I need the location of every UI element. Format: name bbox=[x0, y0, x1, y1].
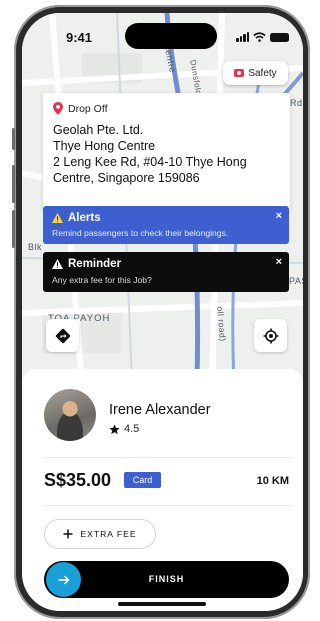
divider bbox=[44, 505, 292, 506]
dynamic-island bbox=[125, 23, 217, 49]
star-icon bbox=[109, 423, 120, 434]
alert-header: Alerts bbox=[52, 212, 101, 224]
home-indicator bbox=[118, 602, 206, 606]
warning-icon bbox=[52, 259, 63, 269]
avatar bbox=[44, 389, 96, 441]
wifi-icon bbox=[253, 32, 266, 42]
trip-sheet: Irene Alexander 4.5 S$35.00 Card 10 KM E… bbox=[22, 369, 303, 611]
reminder-title: Reminder bbox=[68, 258, 122, 270]
dropoff-header: Drop Off bbox=[53, 102, 108, 115]
dropoff-line: Centre, Singapore 159086 bbox=[53, 171, 200, 185]
dropoff-card: Drop Off Geolah Pte. Ltd. Thye Hong Cent… bbox=[43, 93, 290, 211]
safety-button[interactable]: Safety bbox=[223, 61, 288, 85]
payment-badge: Card bbox=[124, 472, 161, 488]
dropoff-title: Drop Off bbox=[68, 102, 108, 115]
rating: 4.5 bbox=[109, 423, 139, 435]
extra-fee-label: EXTRA FEE bbox=[80, 529, 137, 539]
location-pin-icon bbox=[53, 102, 63, 115]
divider bbox=[44, 457, 292, 458]
reminder-header: Reminder bbox=[52, 258, 121, 270]
navigate-button[interactable] bbox=[46, 319, 79, 352]
safety-label: Safety bbox=[248, 67, 277, 79]
plus-icon bbox=[63, 529, 73, 539]
reminder-text: Any extra fee for this Job? bbox=[52, 275, 152, 285]
alert-text: Remind passengers to check their belongi… bbox=[52, 228, 229, 238]
dropoff-address: Geolah Pte. Ltd. Thye Hong Centre 2 Leng… bbox=[53, 122, 283, 186]
fare-price: S$35.00 bbox=[44, 470, 112, 490]
arrow-right-icon bbox=[58, 574, 70, 585]
safety-icon bbox=[234, 69, 245, 77]
rating-value: 4.5 bbox=[124, 423, 140, 435]
alert-title: Alerts bbox=[68, 212, 101, 224]
alert-banner: Alerts Remind passengers to check their … bbox=[43, 206, 289, 244]
finish-slider[interactable]: FINISH bbox=[44, 561, 289, 598]
alert-close-button[interactable]: × bbox=[276, 210, 282, 222]
status-icons bbox=[236, 32, 289, 42]
navigation-icon bbox=[55, 328, 70, 343]
trip-distance: 10 KM bbox=[256, 475, 289, 487]
map-street-label: Blk bbox=[28, 242, 43, 252]
extra-fee-button[interactable]: EXTRA FEE bbox=[44, 519, 156, 549]
passenger-name: Irene Alexander bbox=[109, 402, 211, 418]
warning-icon bbox=[52, 213, 63, 223]
reminder-close-button[interactable]: × bbox=[276, 256, 282, 268]
map-street-label: Rd bbox=[290, 98, 303, 108]
map-street-label: PAS bbox=[289, 276, 303, 286]
dropoff-line: Geolah Pte. Ltd. bbox=[53, 123, 144, 137]
status-time: 9:41 bbox=[66, 30, 93, 45]
phone-side-button bbox=[12, 128, 15, 150]
reminder-banner: Reminder Any extra fee for this Job? × bbox=[43, 252, 289, 292]
recenter-button[interactable] bbox=[254, 319, 287, 352]
phone-volume-down-button bbox=[12, 210, 15, 248]
battery-icon bbox=[270, 32, 289, 42]
dropoff-line: 2 Leng Kee Rd, #04-10 Thye Hong bbox=[53, 155, 247, 169]
phone-volume-up-button bbox=[12, 165, 15, 203]
crosshair-icon bbox=[263, 328, 278, 343]
phone-screen: Centre Dunsfold Rd Blk PAS TOA PAYOH oll… bbox=[22, 13, 303, 611]
finish-slider-handle[interactable] bbox=[46, 562, 81, 597]
dropoff-line: Thye Hong Centre bbox=[53, 139, 156, 153]
signal-icon bbox=[236, 32, 249, 42]
